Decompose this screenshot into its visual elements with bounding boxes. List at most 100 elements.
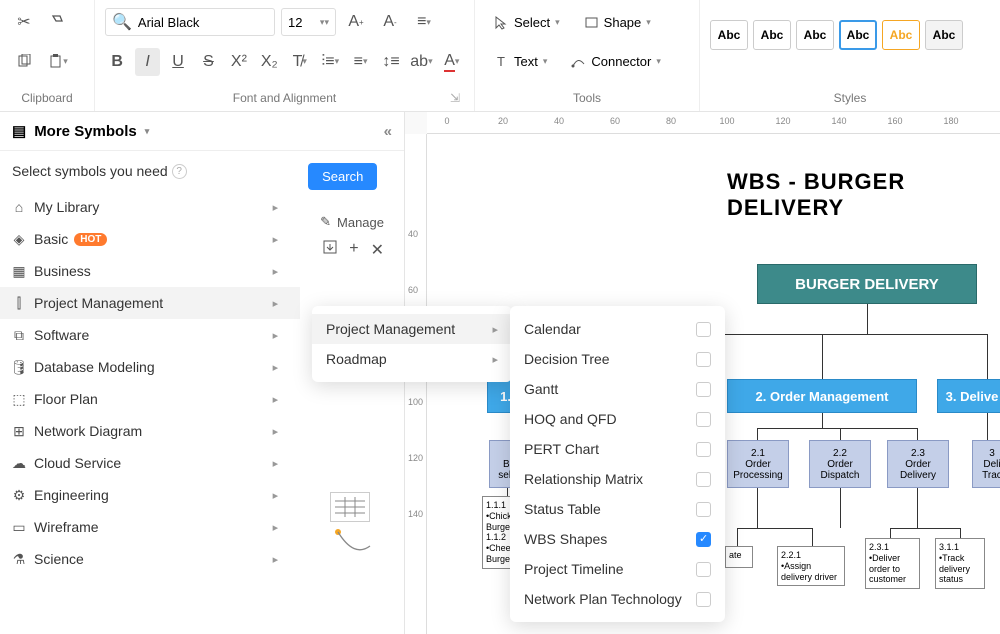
shape-option-network-plan-technology[interactable]: Network Plan Technology xyxy=(510,584,725,614)
select-tool[interactable]: Select▾ xyxy=(485,8,569,36)
wbs-lvl3-5[interactable]: 3.1.1 •Track delivery status xyxy=(935,538,985,589)
help-icon[interactable]: ? xyxy=(172,164,187,179)
font-size-select[interactable]: 12▾ xyxy=(281,8,336,36)
category-network-diagram[interactable]: ⊞Network Diagram▸ xyxy=(0,415,300,447)
style-swatch-2[interactable]: Abc xyxy=(753,20,791,50)
align-icon[interactable]: ≡▾ xyxy=(410,8,438,36)
category-icon: ⊞ xyxy=(10,423,28,440)
category-icon: ◈ xyxy=(10,231,28,248)
shape-option-hoq-and-qfd[interactable]: HOQ and QFD xyxy=(510,404,725,434)
category-business[interactable]: ▦Business▸ xyxy=(0,255,300,287)
wbs-lvl3-4[interactable]: 2.3.1 •Deliver order to customer xyxy=(865,538,920,589)
search-button[interactable]: Search xyxy=(308,163,377,190)
collapse-sidebar-icon[interactable]: « xyxy=(384,123,392,140)
cut-icon[interactable]: ✂ xyxy=(10,8,38,36)
checkbox[interactable] xyxy=(696,532,711,547)
font-family-select[interactable]: 🔍 ▾ xyxy=(105,8,275,36)
import-icon[interactable] xyxy=(323,240,337,260)
paste-icon[interactable]: ▾ xyxy=(44,48,72,76)
shape-thumbnails xyxy=(330,492,390,563)
category-cloud-service[interactable]: ☁Cloud Service▸ xyxy=(0,447,300,479)
checkbox[interactable] xyxy=(696,322,711,337)
submenu-roadmap[interactable]: Roadmap▸ xyxy=(312,344,512,374)
shape-option-wbs-shapes[interactable]: WBS Shapes xyxy=(510,524,725,554)
strikethrough-icon[interactable]: S xyxy=(196,48,220,76)
select-symbols-label: Select symbols you need xyxy=(12,163,168,179)
wbs-lvl2-5[interactable]: 3Deli Trac xyxy=(972,440,1000,488)
category-project-management[interactable]: ⫿Project Management▸ xyxy=(0,287,300,319)
pm-shapes-submenu: CalendarDecision TreeGanttHOQ and QFDPER… xyxy=(510,306,725,622)
style-swatch-5[interactable]: Abc xyxy=(882,20,920,50)
shape-thumb-table[interactable] xyxy=(330,492,370,522)
wbs-lvl2-2[interactable]: 2.1Order Processing xyxy=(727,440,789,488)
shape-option-calendar[interactable]: Calendar xyxy=(510,314,725,344)
copy-icon[interactable] xyxy=(10,48,38,76)
line-spacing-icon[interactable]: ↕≡ xyxy=(379,48,403,76)
category-engineering[interactable]: ⚙Engineering▸ xyxy=(0,479,300,511)
clear-format-icon[interactable]: T̸▾ xyxy=(288,48,312,76)
category-icon: ⧉ xyxy=(10,327,28,344)
wbs-lvl3-3[interactable]: 2.2.1 •Assign delivery driver xyxy=(777,546,845,586)
style-swatch-6[interactable]: Abc xyxy=(925,20,963,50)
subscript-icon[interactable]: X₂ xyxy=(257,48,281,76)
styles-group: Abc Abc Abc Abc Abc Abc Styles xyxy=(700,0,1000,111)
style-swatch-3[interactable]: Abc xyxy=(796,20,834,50)
category-wireframe[interactable]: ▭Wireframe▸ xyxy=(0,511,300,543)
shape-option-gantt[interactable]: Gantt xyxy=(510,374,725,404)
italic-icon[interactable]: I xyxy=(135,48,159,76)
text-case-icon[interactable]: ab▾ xyxy=(409,48,433,76)
ribbon-toolbar: ✂ ▾ Clipboard 🔍 ▾ 12▾ A+ A- ≡▾ B I U xyxy=(0,0,1000,112)
checkbox[interactable] xyxy=(696,352,711,367)
shape-option-status-table[interactable]: Status Table xyxy=(510,494,725,524)
wbs-lvl3-2[interactable]: ate xyxy=(725,546,753,568)
underline-icon[interactable]: U xyxy=(166,48,190,76)
dialog-launcher-icon[interactable]: ⇲ xyxy=(450,91,460,105)
shape-option-decision-tree[interactable]: Decision Tree xyxy=(510,344,725,374)
bold-icon[interactable]: B xyxy=(105,48,129,76)
group-label-font: Font and Alignment xyxy=(233,91,336,105)
checkbox[interactable] xyxy=(696,562,711,577)
checkbox[interactable] xyxy=(696,382,711,397)
checkbox[interactable] xyxy=(696,442,711,457)
shape-option-relationship-matrix[interactable]: Relationship Matrix xyxy=(510,464,725,494)
increase-font-icon[interactable]: A+ xyxy=(342,8,370,36)
category-icon: ⚗ xyxy=(10,551,28,568)
category-icon: ⚙ xyxy=(10,487,28,504)
shape-option-pert-chart[interactable]: PERT Chart xyxy=(510,434,725,464)
manage-button[interactable]: ✎Manage xyxy=(300,208,404,236)
close-icon[interactable]: ✕ xyxy=(371,240,384,260)
category-science[interactable]: ⚗Science▸ xyxy=(0,543,300,575)
category-basic[interactable]: ◈BasicHOT▸ xyxy=(0,223,300,255)
format-painter-icon[interactable] xyxy=(44,8,72,36)
add-icon[interactable]: + xyxy=(349,240,358,260)
font-color-icon[interactable]: A▾ xyxy=(440,48,464,76)
decrease-font-icon[interactable]: A- xyxy=(376,8,404,36)
text-tool[interactable]: TText▾ xyxy=(485,48,556,76)
wbs-lvl2-4[interactable]: 2.3Order Delivery xyxy=(887,440,949,488)
wbs-lvl1-3[interactable]: 3. Delive xyxy=(937,379,1000,413)
category-icon: ⬚ xyxy=(10,391,28,408)
checkbox[interactable] xyxy=(696,592,711,607)
shape-tool[interactable]: Shape▾ xyxy=(575,8,660,36)
superscript-icon[interactable]: X² xyxy=(227,48,251,76)
bullet-list-icon[interactable]: ⫶≡▾ xyxy=(318,48,342,76)
shape-thumb-curve[interactable] xyxy=(334,528,372,558)
category-floor-plan[interactable]: ⬚Floor Plan▸ xyxy=(0,383,300,415)
number-list-icon[interactable]: ≡▾ xyxy=(348,48,372,76)
category-my-library[interactable]: ⌂My Library▸ xyxy=(0,191,300,223)
wbs-lvl1-2[interactable]: 2. Order Management xyxy=(727,379,917,413)
more-symbols-header[interactable]: ▤ More Symbols▾ « xyxy=(0,112,404,151)
style-swatch-4[interactable]: Abc xyxy=(839,20,877,50)
wbs-lvl2-3[interactable]: 2.2Order Dispatch xyxy=(809,440,871,488)
category-icon: ⫿ xyxy=(10,295,28,312)
category-database-modeling[interactable]: 🛢Database Modeling▸ xyxy=(0,351,300,383)
checkbox[interactable] xyxy=(696,502,711,517)
checkbox[interactable] xyxy=(696,472,711,487)
checkbox[interactable] xyxy=(696,412,711,427)
category-software[interactable]: ⧉Software▸ xyxy=(0,319,300,351)
shape-option-project-timeline[interactable]: Project Timeline xyxy=(510,554,725,584)
submenu-project-management[interactable]: Project Management▸ xyxy=(312,314,512,344)
connector-tool[interactable]: Connector▾ xyxy=(562,48,670,76)
wbs-root[interactable]: BURGER DELIVERY xyxy=(757,264,977,304)
style-swatch-1[interactable]: Abc xyxy=(710,20,748,50)
